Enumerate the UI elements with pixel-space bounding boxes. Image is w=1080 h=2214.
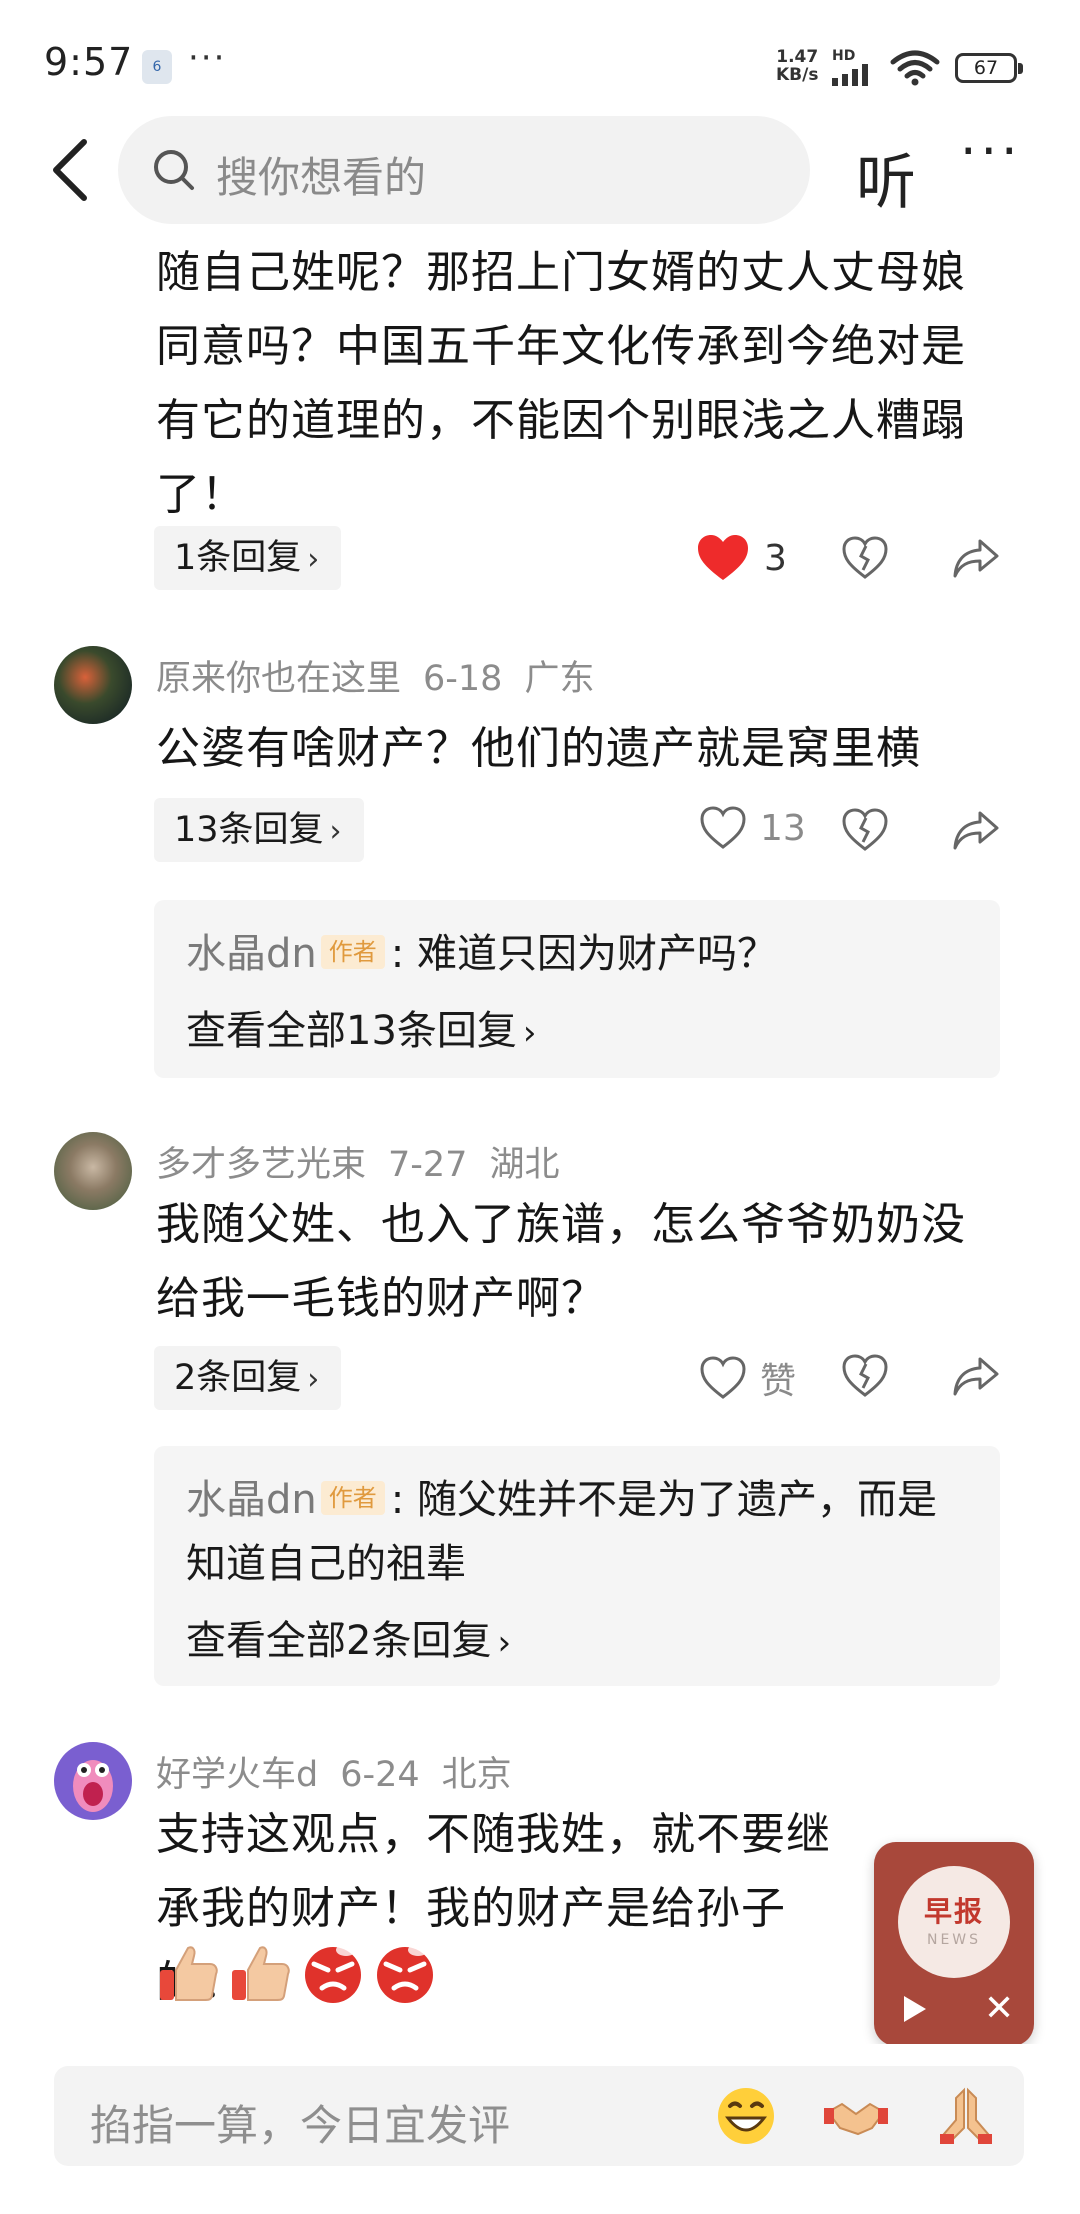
thumbs-up-icon xyxy=(228,1940,294,2006)
chevron-right-icon: › xyxy=(522,1013,537,1053)
view-all-label: 查看全部13条回复 xyxy=(186,1008,517,1054)
more-menu-button[interactable]: ··· xyxy=(960,122,1022,182)
wifi-icon xyxy=(890,50,940,86)
heart-outline-icon xyxy=(700,806,746,849)
signal-icon xyxy=(832,64,868,86)
status-time: 9:57 xyxy=(44,40,134,84)
angry-face-icon xyxy=(300,1940,366,2006)
author-reply-text: 水晶dn 作者: 难道只因为财产吗？ xyxy=(186,931,777,977)
comment-input[interactable]: 掐指一算，今日宜发评 xyxy=(54,2066,1024,2166)
back-arrow-icon[interactable] xyxy=(42,134,102,206)
notification-icon: 6 xyxy=(142,50,172,84)
news-player-title: 早报 xyxy=(923,1895,984,1928)
comment-meta: 多才多艺光束 7-27 湖北 xyxy=(156,1136,581,1187)
view-all-replies-link[interactable]: 查看全部13条回复 › xyxy=(186,998,537,1056)
author-badge: 作者 xyxy=(320,1481,385,1515)
chevron-right-icon: › xyxy=(307,542,320,577)
reply-count-button[interactable]: 13条回复 › xyxy=(154,798,364,862)
network-speed-unit: KB/s xyxy=(776,65,819,85)
thumbs-up-icon xyxy=(156,1940,222,2006)
avatar[interactable] xyxy=(54,1742,132,1820)
dislike-heart-icon[interactable] xyxy=(842,1354,888,1398)
status-bar: 9:57 6 ··· 1.47 KB/s HD 67 xyxy=(0,0,1080,120)
handshake-emoji-icon[interactable] xyxy=(824,2084,888,2148)
angry-face-icon xyxy=(372,1940,438,2006)
view-all-label: 查看全部2条回复 xyxy=(186,1618,492,1664)
cartoon-avatar-icon xyxy=(73,1760,113,1812)
comment-location: 湖北 xyxy=(489,1145,560,1185)
reply-count-label: 2条回复 xyxy=(174,1358,302,1398)
comment-date: 6-24 xyxy=(340,1755,420,1795)
author-reply-box[interactable]: 水晶dn 作者: 难道只因为财产吗？ 查看全部13条回复 › xyxy=(154,900,1000,1078)
praying-hands-emoji-icon[interactable] xyxy=(934,2084,998,2148)
author-badge: 作者 xyxy=(320,935,385,969)
chevron-right-icon: › xyxy=(497,1623,512,1663)
author-reply-box[interactable]: 水晶dn 作者: 随父姓并不是为了遗产，而是知道自己的祖辈 查看全部2条回复 › xyxy=(154,1446,1000,1686)
search-placeholder: 搜你想看的 xyxy=(216,153,427,202)
floating-news-player[interactable]: 早报 NEWS ✕ xyxy=(874,1842,1034,2046)
share-icon[interactable] xyxy=(952,1356,1000,1398)
emoji-row xyxy=(156,1940,438,2006)
share-icon[interactable] xyxy=(952,810,1000,852)
play-icon[interactable] xyxy=(896,1992,930,2026)
comment-text: 随自己姓呢？那招上门女婿的丈人丈母娘同意吗？中国五千年文化传承到今绝对是有它的道… xyxy=(156,247,966,520)
avatar[interactable] xyxy=(54,1132,132,1210)
listen-button[interactable]: 听 xyxy=(856,134,916,221)
dislike-heart-icon[interactable] xyxy=(842,808,888,852)
reply-count-button[interactable]: 1条回复 › xyxy=(154,526,342,590)
reply-count-label: 1条回复 xyxy=(174,538,302,578)
reply-count-label: 13条回复 xyxy=(174,810,324,850)
like-button[interactable]: 13 xyxy=(700,806,806,850)
comment-date: 6-18 xyxy=(423,659,503,699)
like-button[interactable]: 赞 xyxy=(700,1352,796,1404)
share-icon[interactable] xyxy=(952,538,1000,580)
hd-indicator: HD xyxy=(832,48,856,64)
author-name[interactable]: 水晶dn xyxy=(186,931,317,977)
comment-input-placeholder: 掐指一算，今日宜发评 xyxy=(90,2101,511,2150)
more-notifications-icon: ··· xyxy=(188,38,227,78)
comment-meta: 好学火车d 6-24 北京 xyxy=(156,1746,534,1797)
comment-text: 我随父姓、也入了族谱，怎么爷爷奶奶没给我一毛钱的财产啊？ xyxy=(156,1199,966,1324)
username[interactable]: 多才多艺光束 xyxy=(156,1145,366,1185)
comment-location: 北京 xyxy=(441,1755,512,1795)
username[interactable]: 原来你也在这里 xyxy=(156,659,401,699)
dislike-heart-icon[interactable] xyxy=(842,536,888,580)
heart-filled-icon xyxy=(698,535,748,580)
like-count: 赞 xyxy=(760,1361,797,1402)
avatar[interactable] xyxy=(54,646,132,724)
comment-date: 7-27 xyxy=(388,1145,468,1185)
author-reply-content: 难道只因为财产吗？ xyxy=(416,931,777,977)
search-input[interactable]: 搜你想看的 xyxy=(118,116,810,224)
news-player-subtitle: NEWS xyxy=(926,1932,982,1948)
view-all-replies-link[interactable]: 查看全部2条回复 › xyxy=(186,1608,511,1666)
like-button[interactable]: 3 xyxy=(696,534,787,582)
chevron-right-icon: › xyxy=(307,1362,320,1397)
close-player-icon[interactable]: ✕ xyxy=(984,1988,1014,2029)
author-reply-text: 水晶dn 作者: 随父姓并不是为了遗产，而是知道自己的祖辈 xyxy=(186,1477,937,1587)
battery-icon: 67 xyxy=(955,53,1023,83)
network-speed: 1.47 KB/s xyxy=(776,48,818,84)
username[interactable]: 好学火车d xyxy=(156,1755,318,1795)
top-nav: 搜你想看的 听 ··· xyxy=(0,112,1080,228)
network-speed-value: 1.47 xyxy=(776,47,819,67)
chevron-right-icon: › xyxy=(329,814,342,849)
grinning-emoji-icon[interactable] xyxy=(714,2084,778,2148)
reply-count-button[interactable]: 2条回复 › xyxy=(154,1346,342,1410)
heart-outline-icon xyxy=(700,1356,746,1399)
comment-location: 广东 xyxy=(524,659,595,699)
comment-text: 公婆有啥财产？他们的遗产就是窝里横 xyxy=(156,723,921,774)
author-name[interactable]: 水晶dn xyxy=(186,1477,317,1523)
like-count: 3 xyxy=(764,537,787,579)
comment-meta: 原来你也在这里 6-18 广东 xyxy=(156,650,616,701)
search-icon xyxy=(154,150,194,190)
like-count: 13 xyxy=(760,807,806,849)
comment-bar: 掐指一算，今日宜发评 xyxy=(0,2044,1080,2214)
